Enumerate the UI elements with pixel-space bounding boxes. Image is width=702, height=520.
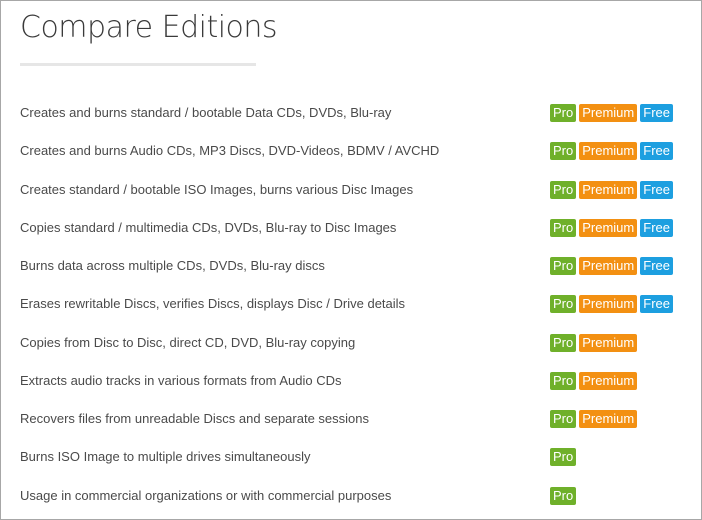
feature-row: Extracts audio tracks in various formats… [1,363,701,401]
feature-label: Copies from Disc to Disc, direct CD, DVD… [20,334,356,350]
feature-label: Burns data across multiple CDs, DVDs, Bl… [20,258,325,273]
feature-row: Erases rewritable Discs, verifies Discs,… [1,286,701,324]
pro-badge: Pro [550,142,577,161]
feature-label: Usage in commercial organizations or wit… [20,487,392,503]
edition-badges: Pro Premium [550,410,638,428]
feature-row: Recovers files from unreadable Discs and… [1,401,701,439]
edition-badges: Pro [550,486,577,505]
feature-label: Burns ISO Image to multiple drives simul… [20,449,311,465]
page-title: Compare Editions [20,10,278,45]
edition-badges: Pro Premium Free [550,180,673,199]
feature-row: Burns data across multiple CDs, DVDs, Bl… [1,248,701,286]
premium-badge: Premium [579,104,638,122]
premium-badge: Premium [579,142,638,161]
feature-label: Creates and burns Audio CDs, MP3 Discs, … [20,143,440,159]
edition-badges: Pro Premium Free [550,257,673,275]
feature-list: Creates and burns standard / bootable Da… [1,95,701,516]
feature-label: Creates and burns standard / bootable Da… [20,105,392,120]
free-badge: Free [640,257,673,275]
pro-badge: Pro [550,333,577,352]
feature-row: Creates and burns Audio CDs, MP3 Discs, … [1,133,701,171]
feature-label: Creates standard / bootable ISO Images, … [20,181,414,197]
pro-badge: Pro [550,410,577,428]
feature-label: Copies standard / multimedia CDs, DVDs, … [20,219,397,235]
feature-row: Usage in commercial organizations or wit… [1,478,701,516]
title-underline [20,63,256,66]
pro-badge: Pro [550,295,577,314]
pro-badge: Pro [550,104,577,122]
edition-badges: Pro Premium Free [550,142,673,161]
pro-badge: Pro [550,218,577,237]
feature-row: Copies from Disc to Disc, direct CD, DVD… [1,325,701,363]
edition-badges: Pro Premium Free [550,295,673,314]
feature-row: Burns ISO Image to multiple drives simul… [1,439,701,477]
feature-label: Extracts audio tracks in various formats… [20,372,342,388]
feature-label: Erases rewritable Discs, verifies Discs,… [20,296,406,312]
edition-badges: Pro Premium Free [550,104,673,122]
pro-badge: Pro [550,257,577,275]
free-badge: Free [640,180,673,199]
premium-badge: Premium [579,410,638,428]
compare-editions-panel: Compare Editions Creates and burns stand… [0,0,702,520]
premium-badge: Premium [579,257,638,275]
pro-badge: Pro [550,371,577,390]
feature-row: Copies standard / multimedia CDs, DVDs, … [1,210,701,248]
free-badge: Free [640,142,673,161]
pro-badge: Pro [550,448,577,467]
pro-badge: Pro [550,486,577,505]
premium-badge: Premium [579,218,638,237]
edition-badges: Pro Premium [550,333,638,352]
edition-badges: Pro Premium [550,371,638,390]
edition-badges: Pro [550,448,577,467]
premium-badge: Premium [579,371,638,390]
premium-badge: Premium [579,333,638,352]
pro-badge: Pro [550,180,577,199]
feature-label: Recovers files from unreadable Discs and… [20,411,370,426]
feature-row: Creates and burns standard / bootable Da… [1,95,701,133]
free-badge: Free [640,295,673,314]
premium-badge: Premium [579,180,638,199]
free-badge: Free [640,218,673,237]
premium-badge: Premium [579,295,638,314]
feature-row: Creates standard / bootable ISO Images, … [1,172,701,210]
edition-badges: Pro Premium Free [550,218,673,237]
free-badge: Free [640,104,673,122]
